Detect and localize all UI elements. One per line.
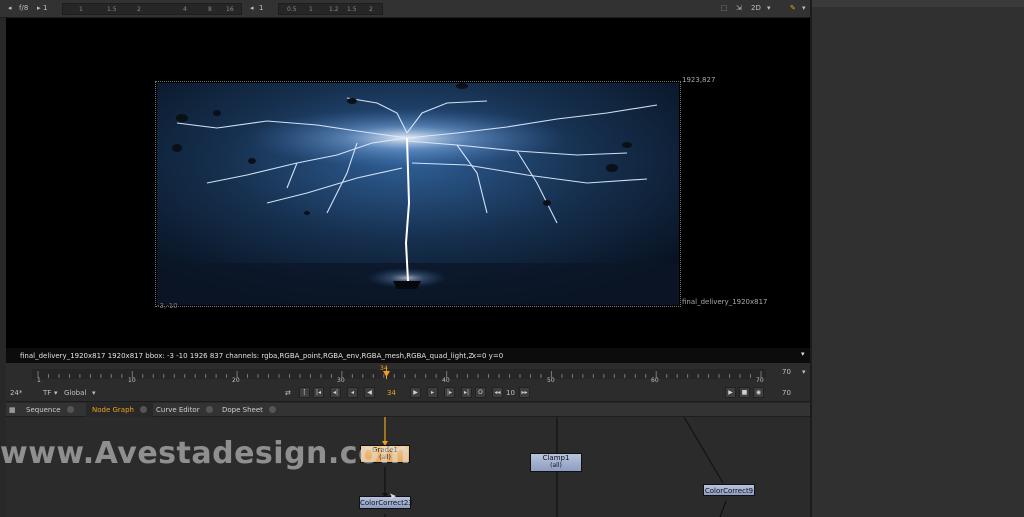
roi-icon[interactable]: ⬚ bbox=[721, 4, 728, 12]
top-right-coord: 1923,827 bbox=[682, 76, 716, 84]
gain-tick: 8 bbox=[208, 6, 212, 13]
range-mode-select[interactable]: Global bbox=[64, 389, 86, 397]
tf-select[interactable]: TF bbox=[43, 389, 51, 397]
timeline-ruler[interactable] bbox=[6, 363, 810, 385]
timeline-tick: 60 bbox=[651, 377, 659, 384]
play-forward-button[interactable]: ▶ bbox=[410, 387, 421, 398]
play-backward-button[interactable]: ◀ bbox=[364, 387, 375, 398]
chevron-down-icon[interactable]: ▾ bbox=[802, 368, 806, 376]
gain-tick: 1.5 bbox=[107, 6, 117, 13]
properties-toolbar bbox=[812, 0, 1024, 7]
view-mode-select[interactable]: 2D bbox=[751, 4, 761, 12]
close-icon[interactable] bbox=[268, 406, 276, 413]
timeline-tick: 50 bbox=[547, 377, 555, 384]
viewer[interactable]: 1923,827 -3,-10 final_delivery_1920x817 bbox=[6, 18, 810, 348]
tab-label: Curve Editor bbox=[156, 406, 200, 414]
close-icon[interactable] bbox=[66, 406, 74, 413]
playback-controls: 24* TF ▾ Global ▾ ⇄ [ |◂ ◂| ◂ ◀ 34 ▶ ▸ |… bbox=[6, 384, 810, 402]
node-label: ColorCorrect9 bbox=[704, 487, 754, 495]
current-frame-field[interactable]: 34 bbox=[387, 389, 396, 397]
chevron-down-icon[interactable]: ▾ bbox=[92, 389, 96, 397]
panel-tab-bar: ▦ Sequence Node Graph Curve Editor Dope … bbox=[6, 403, 810, 417]
close-icon[interactable] bbox=[139, 406, 147, 413]
tab-sequence[interactable]: Sequence bbox=[20, 403, 80, 417]
fps-select[interactable]: 24* bbox=[10, 389, 22, 397]
bounce-icon[interactable]: ⇄ bbox=[285, 389, 291, 397]
chevron-down-icon[interactable]: ▾ bbox=[801, 350, 805, 358]
gamma-arrow-icon[interactable]: ◂ bbox=[250, 4, 254, 12]
gamma-tick: 2 bbox=[369, 6, 373, 13]
viewer-toolbar: ◂ f/8 ▸ 1 1 1.5 2 4 8 16 ◂ 1 0.5 1 1.2 1… bbox=[0, 0, 810, 18]
first-frame-button[interactable]: |◂ bbox=[313, 387, 324, 398]
next-keyframe-button[interactable]: |▸ bbox=[444, 387, 455, 398]
playhead-frame: 34 bbox=[380, 365, 388, 372]
watermark: www.Avestadesign.com bbox=[0, 436, 411, 471]
tab-label: Node Graph bbox=[92, 406, 134, 414]
timeline-tick: 30 bbox=[337, 377, 345, 384]
node-label: ColorCorrect23 bbox=[360, 499, 413, 507]
gain-tick: 2 bbox=[137, 6, 141, 13]
info-text: final_delivery_1920x817 1920x817 bbox: -… bbox=[20, 352, 474, 360]
prev-frame-button[interactable]: ◂ bbox=[347, 387, 358, 398]
gamma-tick: 0.5 bbox=[287, 6, 297, 13]
timeline-tick: 20 bbox=[232, 377, 240, 384]
tab-curve-editor[interactable]: Curve Editor bbox=[150, 403, 219, 417]
increment-field[interactable]: 10 bbox=[506, 389, 515, 397]
gain-tick: 16 bbox=[226, 6, 234, 13]
stop-button[interactable]: ■ bbox=[739, 387, 750, 398]
gamma-tick: 1.5 bbox=[347, 6, 357, 13]
prev-keyframe-button[interactable]: ◂| bbox=[330, 387, 341, 398]
last-frame-button[interactable]: ▸| bbox=[461, 387, 472, 398]
timeline-tick: 10 bbox=[128, 377, 136, 384]
properties-panel bbox=[810, 0, 1024, 517]
gamma-tick: 1.2 bbox=[329, 6, 339, 13]
gain-scale: 1 1.5 2 4 8 16 bbox=[63, 4, 243, 16]
channel-back-icon[interactable]: ◂ bbox=[8, 4, 12, 12]
mouse-cursor-icon: ➤ bbox=[389, 492, 397, 502]
tab-label: Sequence bbox=[26, 406, 61, 414]
gamma-value[interactable]: 1 bbox=[259, 4, 263, 12]
chevron-down-icon[interactable]: ▾ bbox=[802, 4, 806, 12]
gain-tick: 4 bbox=[183, 6, 187, 13]
flipbook-button[interactable]: ▶ bbox=[725, 387, 736, 398]
timeline-tick: 40 bbox=[442, 377, 450, 384]
tab-label: Dope Sheet bbox=[222, 406, 263, 414]
proxy-icon[interactable]: ⇲ bbox=[736, 4, 742, 12]
paint-icon[interactable]: ✎ bbox=[790, 4, 796, 12]
clamp-node[interactable]: Clamp1 (all) bbox=[530, 453, 582, 472]
gamma-slider[interactable]: 0.5 1 1.2 1.5 2 bbox=[278, 3, 383, 15]
gain-tick: 1 bbox=[79, 6, 83, 13]
fstop-label[interactable]: f/8 bbox=[19, 4, 28, 12]
tab-dope-sheet[interactable]: Dope Sheet bbox=[216, 403, 282, 417]
close-icon[interactable] bbox=[205, 406, 213, 413]
skip-back-button[interactable]: ◂◂ bbox=[492, 387, 503, 398]
gain-value[interactable]: 1 bbox=[43, 4, 47, 12]
chevron-down-icon[interactable]: ▾ bbox=[54, 389, 58, 397]
gain-slider[interactable]: 1 1.5 2 4 8 16 bbox=[62, 3, 242, 15]
lightning-image bbox=[157, 83, 679, 305]
in-point-button[interactable]: [ bbox=[299, 387, 310, 398]
end-frame-display[interactable]: 70 bbox=[782, 389, 791, 397]
chevron-down-icon[interactable]: ▾ bbox=[767, 4, 771, 12]
timeline-tick: 1 bbox=[37, 377, 41, 384]
tab-node-graph[interactable]: Node Graph bbox=[86, 403, 153, 417]
timeline-tick: 70 bbox=[756, 377, 764, 384]
colorcorrect-node[interactable]: ColorCorrect23 bbox=[359, 496, 413, 509]
end-frame-field[interactable]: 70 bbox=[782, 368, 791, 376]
viewer-info-bar: final_delivery_1920x817 1920x817 bbox: -… bbox=[6, 348, 810, 363]
gamma-tick: 1 bbox=[309, 6, 313, 13]
frame-arrow-icon[interactable]: ▸ bbox=[37, 4, 41, 12]
node-label: Clamp1 bbox=[542, 454, 570, 462]
loop-button[interactable]: ◉ bbox=[753, 387, 764, 398]
out-point-button[interactable]: O bbox=[475, 387, 486, 398]
format-label: final_delivery_1920x817 bbox=[682, 298, 768, 306]
colorcorrect-node[interactable]: ColorCorrect9 bbox=[703, 484, 755, 496]
next-frame-button[interactable]: ▸ bbox=[427, 387, 438, 398]
skip-forward-button[interactable]: ▸▸ bbox=[519, 387, 530, 398]
bottom-left-coord: -3,-10 bbox=[157, 302, 178, 310]
cursor-coords: x=0 y=0 bbox=[472, 352, 504, 360]
node-channel-label: (all) bbox=[550, 462, 562, 469]
gamma-scale: 0.5 1 1.2 1.5 2 bbox=[279, 4, 384, 16]
